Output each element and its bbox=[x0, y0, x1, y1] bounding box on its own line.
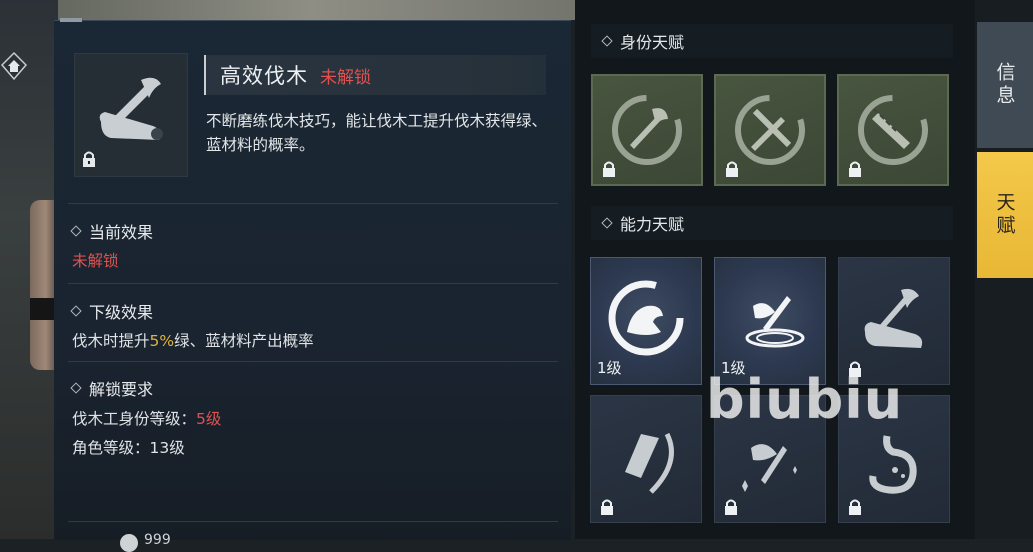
identity-level-label: 伐木工身份等级： bbox=[72, 410, 197, 428]
talent-status: 未解锁 bbox=[320, 67, 371, 88]
home-icon[interactable] bbox=[0, 48, 28, 84]
next-effect-prefix: 伐木时提升 bbox=[72, 332, 150, 350]
identity-talent-2[interactable] bbox=[714, 74, 826, 186]
identity-talent-heading: 身份天赋 bbox=[591, 24, 953, 58]
talent-detail-panel: 高效伐木 未解锁 不断磨练伐木技巧，能让伐木工提升伐木获得绿、蓝材料的概率。 当… bbox=[54, 18, 571, 552]
diamond-bullet-icon bbox=[70, 382, 82, 394]
current-effect-heading: 当前效果 bbox=[70, 219, 154, 243]
talent-name: 高效伐木 bbox=[220, 64, 308, 88]
divider bbox=[68, 283, 558, 284]
character-wristband bbox=[30, 298, 56, 320]
identity-talent-title: 身份天赋 bbox=[620, 33, 685, 52]
next-effect-value: 伐木时提升5%绿、蓝材料产出概率 bbox=[72, 329, 314, 351]
lock-icon bbox=[603, 161, 615, 177]
tab-talent[interactable]: 天赋 bbox=[977, 152, 1033, 278]
unlock-requirement-character: 角色等级：13级 bbox=[72, 439, 185, 457]
talent-tree-area: 身份天赋 能力天赋 1级 1级 bbox=[575, 0, 975, 539]
divider bbox=[68, 521, 558, 522]
ability-talent-title: 能力天赋 bbox=[620, 215, 685, 234]
lock-icon bbox=[601, 499, 613, 515]
divider bbox=[68, 203, 558, 204]
talent-icon-box bbox=[74, 53, 188, 177]
ability-talent-3[interactable] bbox=[838, 257, 950, 385]
current-effect-value: 未解锁 bbox=[72, 252, 119, 270]
current-effect-label: 当前效果 bbox=[89, 223, 154, 242]
next-effect-heading: 下级效果 bbox=[70, 299, 154, 323]
watermark-text: biubiu bbox=[706, 368, 904, 431]
panel-marker bbox=[60, 18, 82, 22]
diamond-bullet-icon bbox=[601, 35, 613, 47]
tab-info[interactable]: 信息 bbox=[977, 22, 1033, 148]
lock-icon bbox=[849, 499, 861, 515]
identity-talent-3[interactable] bbox=[837, 74, 949, 186]
chainsaw-icon bbox=[625, 432, 674, 494]
ability-talent-2[interactable]: 1级 bbox=[714, 257, 826, 385]
lock-icon bbox=[725, 499, 737, 515]
next-effect-suffix: 绿、蓝材料产出概率 bbox=[174, 332, 314, 350]
axe-chop-icon bbox=[745, 296, 805, 348]
axe-log-icon bbox=[864, 288, 923, 348]
next-effect-label: 下级效果 bbox=[89, 303, 154, 322]
currency-count: 999 bbox=[144, 532, 171, 548]
lock-icon bbox=[83, 151, 95, 167]
lock-icon bbox=[849, 161, 861, 177]
unlock-heading: 解锁要求 bbox=[70, 376, 154, 400]
unlock-requirement-identity: 伐木工身份等级：5级 bbox=[72, 407, 221, 429]
diamond-bullet-icon bbox=[601, 217, 613, 229]
identity-level-value: 5级 bbox=[196, 410, 222, 428]
ability-talent-4[interactable] bbox=[590, 395, 702, 523]
talent-description: 不断磨练伐木技巧，能让伐木工提升伐木获得绿、蓝材料的概率。 bbox=[206, 112, 548, 154]
ability-talent-1[interactable]: 1级 bbox=[590, 257, 702, 385]
next-effect-percent: 5% bbox=[149, 332, 175, 350]
ability-talent-heading: 能力天赋 bbox=[591, 206, 953, 240]
diamond-bullet-icon bbox=[70, 305, 82, 317]
diamond-bullet-icon bbox=[70, 225, 82, 237]
character-arm bbox=[30, 200, 56, 370]
identity-talent-1[interactable] bbox=[591, 74, 703, 186]
coin-icon bbox=[120, 534, 138, 552]
divider bbox=[68, 361, 558, 362]
lock-icon bbox=[726, 161, 738, 177]
side-tab-bar: 信息 天赋 bbox=[975, 0, 1033, 539]
strength-arm-icon bbox=[608, 280, 684, 356]
unlock-label: 解锁要求 bbox=[89, 380, 154, 399]
talent-title-bar: 高效伐木 未解锁 bbox=[204, 55, 546, 95]
ability-level: 1级 bbox=[597, 359, 622, 377]
